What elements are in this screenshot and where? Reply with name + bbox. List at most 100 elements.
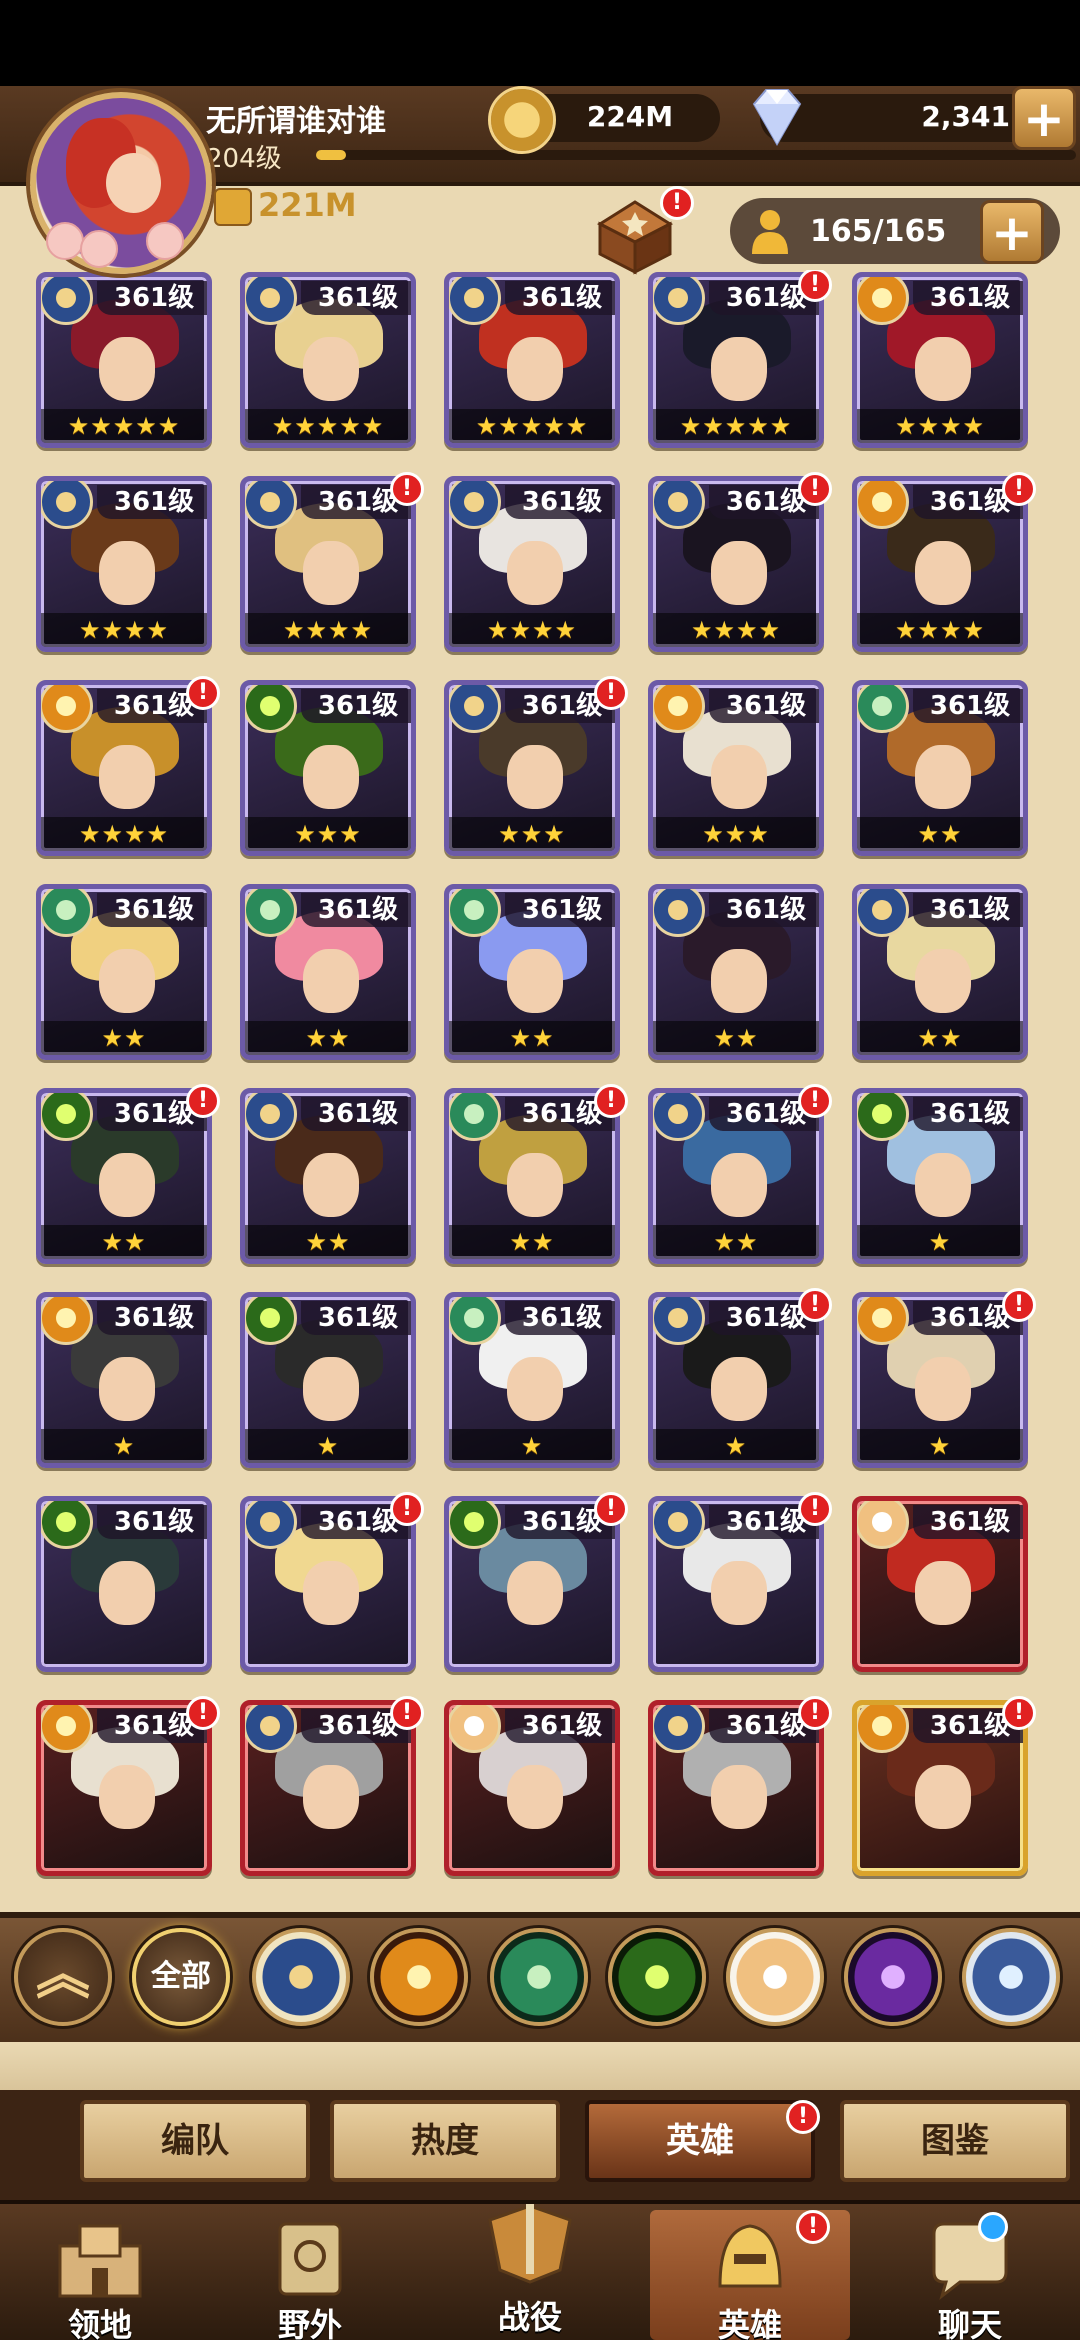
hero-alert-badge: ! bbox=[798, 1696, 832, 1730]
castle-icon bbox=[58, 2224, 142, 2298]
hero-card[interactable]: 361级 ★ bbox=[240, 1292, 416, 1468]
hero-card[interactable]: 361级 ★★★★ bbox=[36, 476, 212, 652]
gem-value: 2,341 bbox=[921, 100, 1010, 133]
hero-card[interactable]: 361级 ★★★★ bbox=[648, 476, 824, 652]
hero-card[interactable]: 361级 bbox=[852, 1496, 1028, 1672]
hero-card[interactable]: 361级 ★★★★★ bbox=[444, 272, 620, 448]
hero-alert-badge: ! bbox=[1002, 1696, 1036, 1730]
hero-card[interactable]: 361级 bbox=[36, 1496, 212, 1672]
nav-campaign[interactable]: 战役 bbox=[430, 2190, 630, 2336]
hero-card[interactable]: 361级 ★ bbox=[648, 1292, 824, 1468]
hero-portrait-face bbox=[711, 1561, 767, 1625]
hero-card[interactable]: 361级 ★★ bbox=[36, 884, 212, 1060]
filter-mauler-button[interactable] bbox=[370, 1928, 468, 2026]
hero-card[interactable]: 361级 ★★ bbox=[444, 884, 620, 1060]
hero-card[interactable]: 361级 ★★ bbox=[648, 1088, 824, 1264]
graveborn-icon bbox=[449, 1501, 501, 1549]
hero-card[interactable]: 361级 ★★ bbox=[240, 884, 416, 1060]
hero-card[interactable]: 361级 ★★★ bbox=[240, 680, 416, 856]
lightbearer-icon bbox=[41, 277, 93, 325]
hero-level: 361级 bbox=[301, 893, 411, 927]
hero-stars: ★★ bbox=[653, 1225, 819, 1259]
hero-card[interactable]: 361级 ★ bbox=[444, 1292, 620, 1468]
hero-level: 361级 bbox=[301, 689, 411, 723]
filter-graveborn-button[interactable] bbox=[608, 1928, 706, 2026]
tab-heroes[interactable]: 英雄 bbox=[585, 2100, 815, 2182]
filter-hypogean-button[interactable] bbox=[844, 1928, 942, 2026]
hero-card[interactable]: 361级 ★★ bbox=[240, 1088, 416, 1264]
hero-card[interactable]: 361级 bbox=[648, 1496, 824, 1672]
hero-card[interactable]: 361级 ★★★★★ bbox=[648, 272, 824, 448]
avatar-face bbox=[106, 153, 161, 213]
hero-alert-badge: ! bbox=[186, 676, 220, 710]
hero-card[interactable]: 361级 bbox=[852, 1700, 1028, 1876]
celestial-icon bbox=[449, 1705, 501, 1753]
nav-heroes[interactable]: 英雄 ! bbox=[650, 2210, 850, 2340]
hero-level: 361级 bbox=[505, 1301, 615, 1335]
hero-alert-badge: ! bbox=[1002, 472, 1036, 506]
nav-darkforest[interactable]: 野外 bbox=[210, 2210, 410, 2340]
hero-card[interactable]: 361级 ★★ bbox=[444, 1088, 620, 1264]
filter-wilder-button[interactable] bbox=[490, 1928, 588, 2026]
hero-card[interactable]: 361级 ★★★ bbox=[648, 680, 824, 856]
hero-card[interactable]: 361级 ★★ bbox=[36, 1088, 212, 1264]
hero-stars: ★ bbox=[41, 1429, 207, 1463]
filter-lightbearer-button[interactable] bbox=[252, 1928, 350, 2026]
hero-card[interactable]: 361级 bbox=[648, 1700, 824, 1876]
hero-stars: ★★★★★ bbox=[449, 409, 615, 443]
tab-collection[interactable]: 图鉴 bbox=[840, 2100, 1070, 2182]
celestial-icon bbox=[857, 1501, 909, 1549]
hero-card[interactable]: 361级 ★★★ bbox=[444, 680, 620, 856]
hero-card[interactable]: 361级 ★ bbox=[852, 1088, 1028, 1264]
lightbearer-icon bbox=[653, 1501, 705, 1549]
hero-card[interactable]: 361级 ★★ bbox=[852, 680, 1028, 856]
hero-card[interactable]: 361级 bbox=[444, 1700, 620, 1876]
hero-portrait-face bbox=[711, 541, 767, 605]
hero-stars: ★ bbox=[245, 1429, 411, 1463]
hero-card[interactable]: 361级 ★★★★★ bbox=[240, 272, 416, 448]
hero-card[interactable]: 361级 bbox=[240, 1700, 416, 1876]
wilder-icon bbox=[449, 1093, 501, 1141]
hero-card[interactable]: 361级 ★★ bbox=[648, 884, 824, 1060]
filter-dimensional-button[interactable] bbox=[962, 1928, 1060, 2026]
rose-icon bbox=[80, 230, 118, 268]
hero-card[interactable]: 361级 ★★★★ bbox=[444, 476, 620, 652]
add-gems-button[interactable]: + bbox=[1012, 86, 1076, 150]
player-level: 204级 bbox=[206, 144, 282, 174]
hero-stars: ★ bbox=[653, 1429, 819, 1463]
gold-coin-icon bbox=[488, 86, 556, 154]
hero-stars: ★★ bbox=[245, 1021, 411, 1055]
hero-portrait-face bbox=[303, 1765, 359, 1829]
hero-card[interactable]: 361级 bbox=[444, 1496, 620, 1672]
hero-card[interactable]: 361级 ★★★★ bbox=[852, 272, 1028, 448]
hero-card[interactable]: 361级 bbox=[36, 1700, 212, 1876]
tab-formation[interactable]: 编队 bbox=[80, 2100, 310, 2182]
collapse-filter-button[interactable]: ︽ bbox=[14, 1928, 112, 2026]
hero-card[interactable]: 361级 ★★★★ bbox=[36, 680, 212, 856]
hero-level: 361级 bbox=[913, 893, 1023, 927]
hero-card[interactable]: 361级 ★★ bbox=[852, 884, 1028, 1060]
hero-alert-badge: ! bbox=[798, 1492, 832, 1526]
status-bar bbox=[0, 0, 1080, 86]
expand-roster-button[interactable]: + bbox=[980, 200, 1044, 264]
hero-level: 361级 bbox=[505, 893, 615, 927]
tab-popularity[interactable]: 热度 bbox=[330, 2100, 560, 2182]
hero-card[interactable]: 361级 ★★★★★ bbox=[36, 272, 212, 448]
hero-level: 361级 bbox=[709, 893, 819, 927]
chat-notification-dot bbox=[978, 2212, 1008, 2242]
hero-card[interactable]: 361级 ★★★★ bbox=[240, 476, 416, 652]
mauler-icon bbox=[41, 685, 93, 733]
hero-card[interactable]: 361级 bbox=[240, 1496, 416, 1672]
filter-all-button[interactable]: 全部 bbox=[132, 1928, 230, 2026]
hero-level: 361级 bbox=[97, 485, 207, 519]
player-avatar[interactable] bbox=[30, 92, 212, 274]
hero-card[interactable]: 361级 ★★★★ bbox=[852, 476, 1028, 652]
nav-chat[interactable]: 聊天 bbox=[870, 2210, 1070, 2340]
hero-card[interactable]: 361级 ★ bbox=[36, 1292, 212, 1468]
hero-level: 361级 bbox=[97, 1505, 207, 1539]
hero-portrait-face bbox=[507, 1765, 563, 1829]
hero-stars: ★★★★ bbox=[449, 613, 615, 647]
nav-ranhorn[interactable]: 领地 bbox=[0, 2210, 200, 2340]
hero-card[interactable]: 361级 ★ bbox=[852, 1292, 1028, 1468]
filter-celestial-button[interactable] bbox=[726, 1928, 824, 2026]
